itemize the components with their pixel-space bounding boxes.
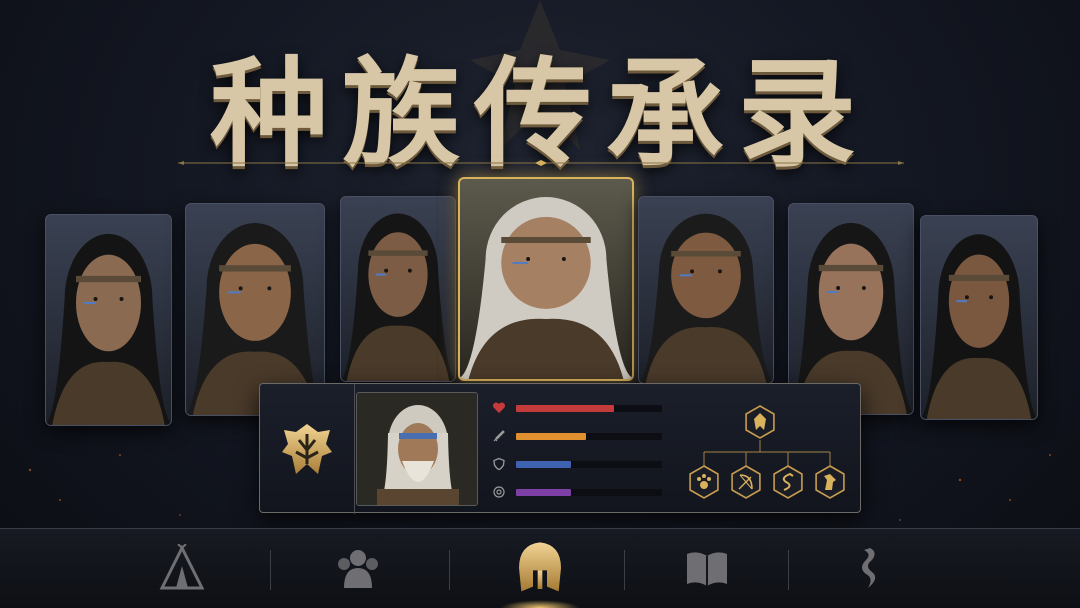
heart-icon: [492, 402, 506, 413]
race-emblem: [260, 384, 355, 514]
skill-node-serpent[interactable]: [773, 465, 803, 499]
active-nav-indicator: [500, 600, 580, 608]
stat-row-swirl: [492, 485, 667, 499]
character-info-panel: [259, 383, 861, 514]
sword-icon: [493, 430, 505, 442]
portrait-card-warrior-woman-braids[interactable]: [340, 196, 456, 382]
tent-icon: [159, 544, 205, 590]
swirl-icon: [493, 486, 505, 498]
nav-helmet[interactable]: [480, 528, 600, 608]
portrait-card-warrior-man-young[interactable]: [920, 215, 1038, 420]
title-divider: [178, 160, 904, 166]
nav-dragon[interactable]: [808, 528, 928, 608]
stat-bar-fill: [516, 433, 587, 440]
shield-icon: [493, 457, 505, 471]
skill-node-paw[interactable]: [689, 465, 719, 499]
stat-bar-fill: [516, 405, 614, 412]
nav-group[interactable]: [298, 528, 418, 608]
stat-row-sword: [492, 429, 667, 443]
skill-node-horse[interactable]: [815, 465, 845, 499]
skill-tree: [689, 405, 845, 499]
stat-row-shield: [492, 457, 667, 471]
stat-bar-track: [516, 489, 662, 496]
nav-tent[interactable]: [122, 528, 242, 608]
stat-bar-fill: [516, 489, 572, 496]
nav-book[interactable]: [647, 528, 767, 608]
nav-divider: [270, 550, 271, 590]
tribal-emblem-icon: [282, 424, 332, 474]
group-icon: [338, 550, 378, 588]
skill-node-bow[interactable]: [731, 465, 761, 499]
portrait-card-warrior-man-headband[interactable]: [638, 196, 774, 384]
stat-bar-fill: [516, 461, 572, 468]
helmet-icon: [519, 542, 561, 592]
selected-portrait: [356, 392, 478, 506]
stat-row-heart: [492, 401, 667, 415]
stat-bar-track: [516, 461, 662, 468]
dragon-icon: [862, 548, 876, 588]
nav-divider: [787, 550, 789, 590]
nav-divider: [623, 550, 625, 590]
portrait-card-warrior-woman-1[interactable]: [45, 214, 172, 426]
book-icon: [687, 552, 727, 586]
skill-tree-root[interactable]: [745, 405, 775, 439]
portrait-card-elder-chieftain[interactable]: [458, 177, 634, 381]
nav-divider: [449, 550, 450, 590]
stat-bar-track: [516, 405, 662, 412]
stat-bar-track: [516, 433, 662, 440]
